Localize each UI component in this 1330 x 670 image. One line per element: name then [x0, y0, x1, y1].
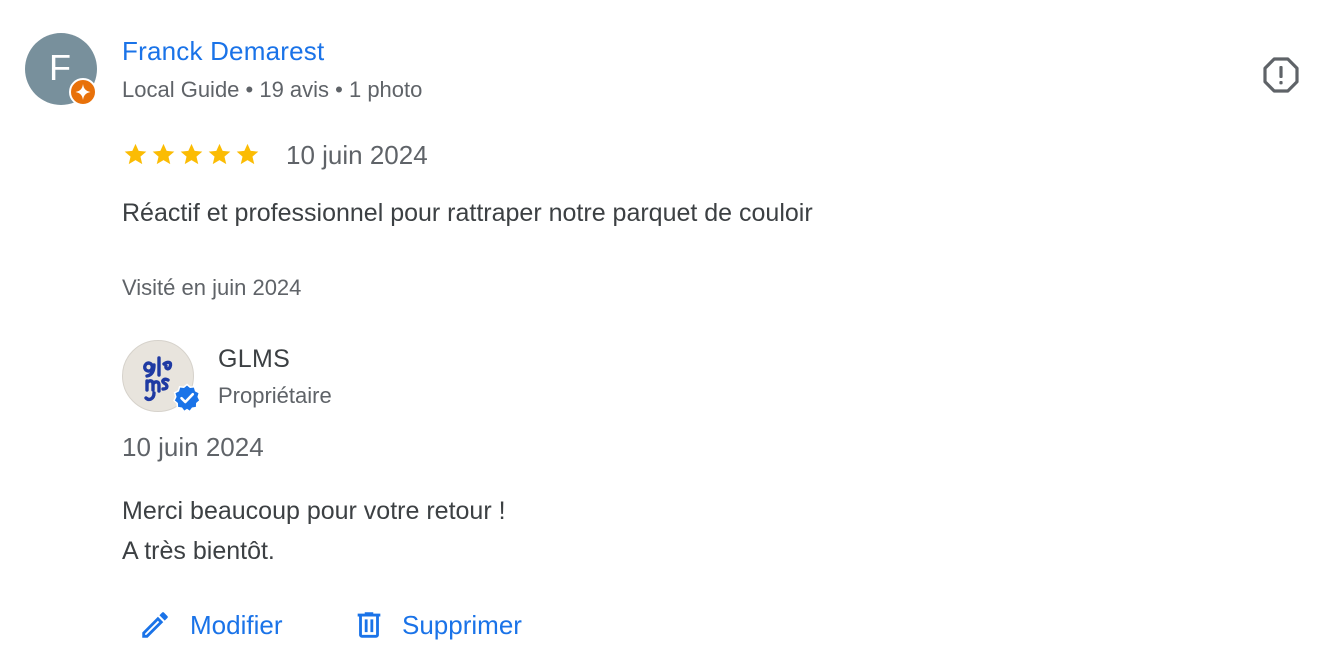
star-icon: [180, 143, 203, 165]
owner-role: Propriétaire: [218, 383, 332, 408]
review-date: 10 juin 2024: [286, 140, 428, 170]
reviewer-name[interactable]: Franck Demarest: [122, 36, 324, 67]
edit-label: Modifier: [190, 609, 283, 640]
star-icon: [152, 143, 175, 165]
reviewer-initial: F: [49, 47, 71, 88]
trash-icon: [357, 612, 381, 638]
owner-name: GLMS: [218, 345, 291, 373]
delete-button[interactable]: Supprimer: [352, 600, 522, 650]
verified-check-icon: [173, 383, 201, 413]
star-icon: [208, 143, 231, 165]
pencil-icon: [142, 612, 168, 638]
review-text: Réactif et professionnel pour rattraper …: [122, 199, 813, 227]
reviewer-meta[interactable]: Local Guide • 19 avis • 1 photo: [122, 77, 422, 103]
response-text-line: A très bientôt.: [122, 537, 275, 565]
star-icon: [236, 143, 259, 165]
star-icon: [124, 143, 147, 165]
visited-date: Visité en juin 2024: [122, 275, 302, 300]
star-rating: [122, 141, 261, 168]
report-icon[interactable]: [1262, 56, 1300, 94]
response-date: 10 juin 2024: [122, 432, 264, 462]
local-guide-star-icon: [69, 78, 97, 106]
review-card: F Franck Demarest Local Guide • 19 avis …: [0, 0, 1330, 670]
edit-button[interactable]: Modifier: [138, 600, 282, 650]
response-text-line: Merci beaucoup pour votre retour !: [122, 497, 506, 525]
delete-label: Supprimer: [402, 609, 522, 640]
